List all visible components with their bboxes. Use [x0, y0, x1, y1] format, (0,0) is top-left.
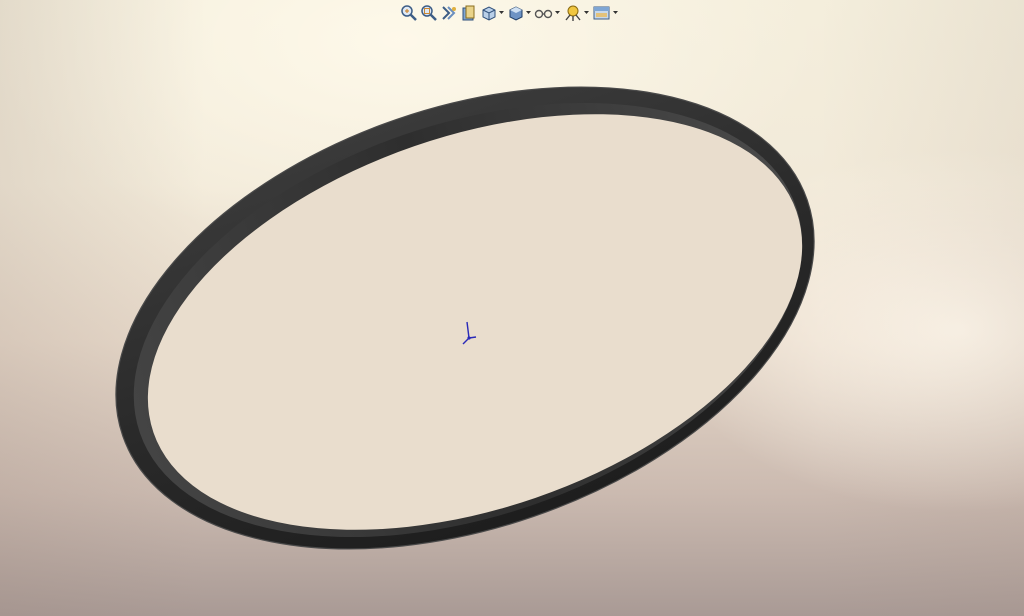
section-view-icon	[462, 5, 475, 21]
zoom-to-area-button[interactable]	[420, 3, 438, 23]
heads-up-view-toolbar	[400, 2, 619, 24]
edit-appearance-button[interactable]	[563, 3, 590, 23]
chevron-down-icon[interactable]	[525, 3, 532, 23]
hide-show-items-button[interactable]	[534, 3, 561, 23]
zoom-to-area-icon	[421, 5, 437, 21]
apply-scene-icon	[593, 6, 610, 20]
previous-view-icon	[442, 6, 456, 20]
zoom-to-fit-icon	[401, 5, 417, 21]
ring-model[interactable]	[0, 0, 1024, 616]
chevron-down-icon[interactable]	[554, 3, 561, 23]
display-style-button[interactable]	[507, 3, 532, 23]
view-orientation-button[interactable]	[480, 3, 505, 23]
chevron-down-icon[interactable]	[498, 3, 505, 23]
previous-view-button[interactable]	[440, 3, 458, 23]
section-view-button[interactable]	[460, 3, 478, 23]
chevron-down-icon[interactable]	[612, 3, 619, 23]
view-orientation-icon	[482, 6, 496, 21]
zoom-to-fit-button[interactable]	[400, 3, 418, 23]
graphics-area[interactable]	[0, 0, 1024, 616]
origin-triad-icon	[462, 321, 477, 345]
chevron-down-icon[interactable]	[583, 3, 590, 23]
edit-appearance-icon	[565, 5, 581, 21]
hide-show-items-icon	[534, 9, 553, 19]
apply-scene-button[interactable]	[592, 3, 619, 23]
display-style-icon	[509, 6, 523, 21]
